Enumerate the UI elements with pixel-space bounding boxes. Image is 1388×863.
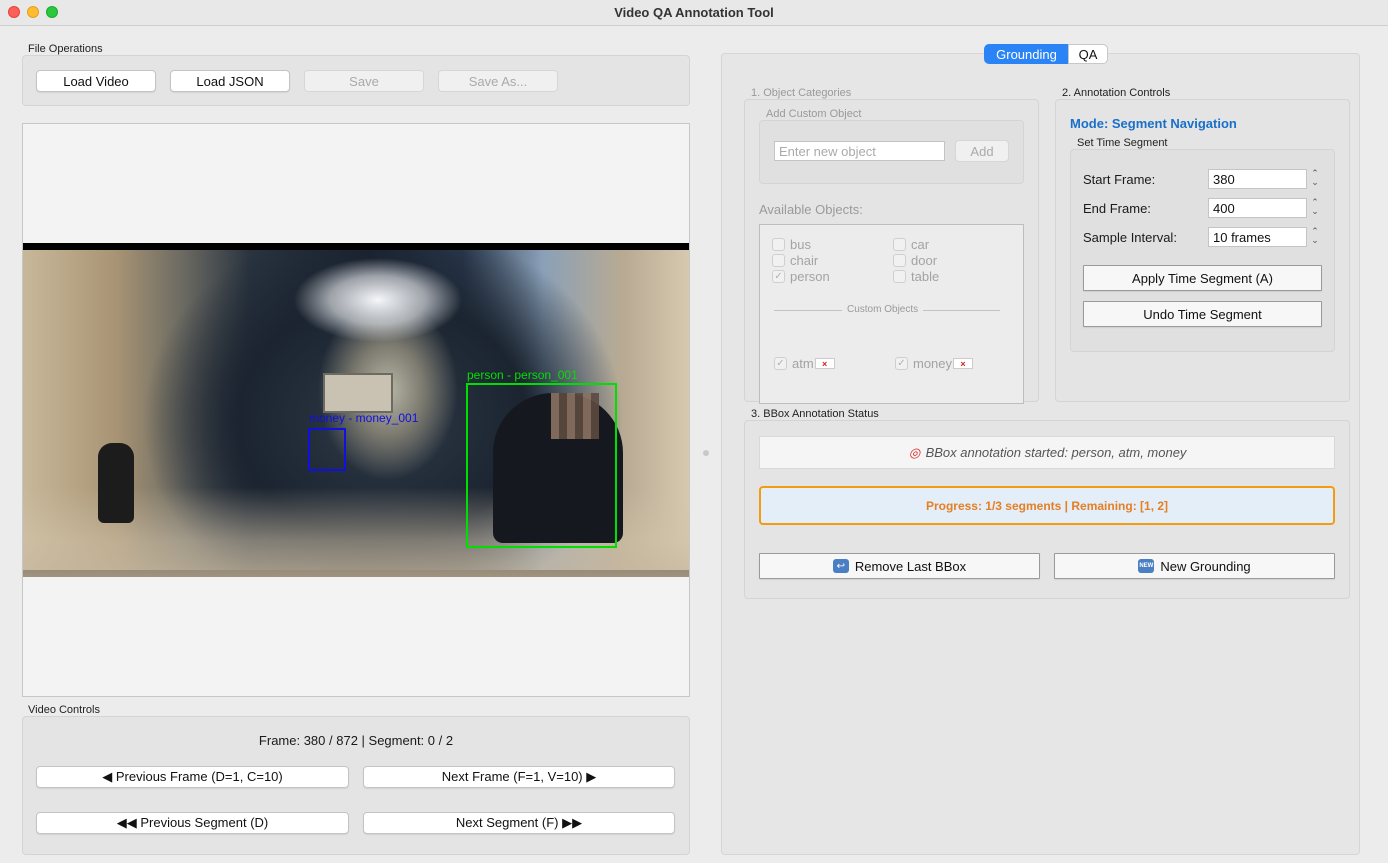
start-frame-input[interactable]: 380 xyxy=(1208,169,1307,189)
checkbox-icon xyxy=(893,238,906,251)
end-frame-input[interactable]: 400 xyxy=(1208,198,1307,218)
apply-time-segment-button[interactable]: Apply Time Segment (A) xyxy=(1083,265,1322,291)
new-object-input[interactable]: Enter new object xyxy=(774,141,945,161)
mode-label: Mode: Segment Navigation xyxy=(1070,116,1237,131)
video-controls-label: Video Controls xyxy=(28,704,100,716)
background-person xyxy=(98,443,134,523)
previous-segment-button[interactable]: ◀◀ Previous Segment (D) xyxy=(36,812,349,834)
start-frame-label: Start Frame: xyxy=(1083,172,1156,187)
remove-last-bbox-button[interactable]: ↩ Remove Last BBox xyxy=(759,553,1040,579)
bbox-money[interactable] xyxy=(308,428,346,471)
available-objects-label: Available Objects: xyxy=(759,202,863,217)
object-checkbox-bus[interactable]: bus xyxy=(772,237,811,252)
add-custom-object-label: Add Custom Object xyxy=(766,108,862,120)
title-bar: Video QA Annotation Tool xyxy=(0,0,1388,26)
undo-arrow-icon: ↩ xyxy=(832,559,849,573)
frame-info: Frame: 380 / 872 | Segment: 0 / 2 xyxy=(258,733,454,748)
next-segment-button[interactable]: Next Segment (F) ▶▶ xyxy=(363,812,675,834)
custom-objects-label: Custom Objects xyxy=(842,304,924,315)
sample-interval-stepper-icon[interactable]: ⌃ ⌄ xyxy=(1309,227,1321,247)
end-frame-stepper-icon[interactable]: ⌃ ⌄ xyxy=(1309,198,1321,218)
sample-interval-input[interactable]: 10 frames xyxy=(1208,227,1307,247)
new-icon: NEW xyxy=(1138,559,1155,573)
atm-screen xyxy=(323,373,393,413)
save-button[interactable]: Save xyxy=(304,70,424,92)
checkbox-icon xyxy=(893,270,906,283)
checkbox-icon xyxy=(772,254,785,267)
video-frame[interactable]: person - person_001 money - money_001 xyxy=(23,243,689,577)
remove-atm-icon[interactable]: × xyxy=(814,358,835,369)
object-checkbox-person[interactable]: ✓ person xyxy=(772,269,830,284)
bbox-status-label: 3. BBox Annotation Status xyxy=(751,408,879,420)
end-frame-label: End Frame: xyxy=(1083,201,1151,216)
set-time-segment-label: Set Time Segment xyxy=(1077,137,1168,149)
previous-frame-button[interactable]: ◀ Previous Frame (D=1, C=10) xyxy=(36,766,349,788)
object-checkbox-chair[interactable]: chair xyxy=(772,253,818,268)
checkmark-icon: ✓ xyxy=(895,357,908,370)
object-checkbox-car[interactable]: car xyxy=(893,237,929,252)
progress-indicator: Progress: 1/3 segments | Remaining: [1, … xyxy=(759,486,1335,525)
object-checkbox-door[interactable]: door xyxy=(893,253,937,268)
remove-money-icon[interactable]: × xyxy=(953,358,974,369)
splitter-handle[interactable] xyxy=(703,450,709,456)
load-json-button[interactable]: Load JSON xyxy=(170,70,290,92)
tab-grounding[interactable]: Grounding xyxy=(984,44,1069,64)
next-frame-button[interactable]: Next Frame (F=1, V=10) ▶ xyxy=(363,766,675,788)
checkbox-icon xyxy=(893,254,906,267)
undo-time-segment-button[interactable]: Undo Time Segment xyxy=(1083,301,1322,327)
bbox-person[interactable] xyxy=(466,383,617,548)
object-checkbox-table[interactable]: table xyxy=(893,269,939,284)
checkbox-icon xyxy=(772,238,785,251)
object-categories-label: 1. Object Categories xyxy=(751,87,852,99)
sample-interval-label: Sample Interval: xyxy=(1083,230,1177,245)
checkmark-icon: ✓ xyxy=(772,270,785,283)
bbox-money-label: money - money_001 xyxy=(309,411,419,425)
checkmark-icon: ✓ xyxy=(774,357,787,370)
start-frame-stepper-icon[interactable]: ⌃ ⌄ xyxy=(1309,169,1321,189)
load-video-button[interactable]: Load Video xyxy=(36,70,156,92)
save-as-button[interactable]: Save As... xyxy=(438,70,558,92)
add-object-button[interactable]: Add xyxy=(955,140,1009,162)
target-icon: ◎ xyxy=(908,444,921,460)
file-operations-label: File Operations xyxy=(28,43,103,55)
custom-object-money[interactable]: ✓ money × xyxy=(895,356,974,371)
annotation-controls-label: 2. Annotation Controls xyxy=(1062,87,1171,99)
tab-qa[interactable]: QA xyxy=(1068,44,1108,64)
bbox-status-message: ◎ BBox annotation started: person, atm, … xyxy=(759,436,1335,469)
bbox-person-label: person - person_001 xyxy=(467,368,578,382)
window-title: Video QA Annotation Tool xyxy=(614,5,774,20)
new-grounding-button[interactable]: NEW New Grounding xyxy=(1054,553,1335,579)
custom-object-atm[interactable]: ✓ atm × xyxy=(774,356,835,371)
